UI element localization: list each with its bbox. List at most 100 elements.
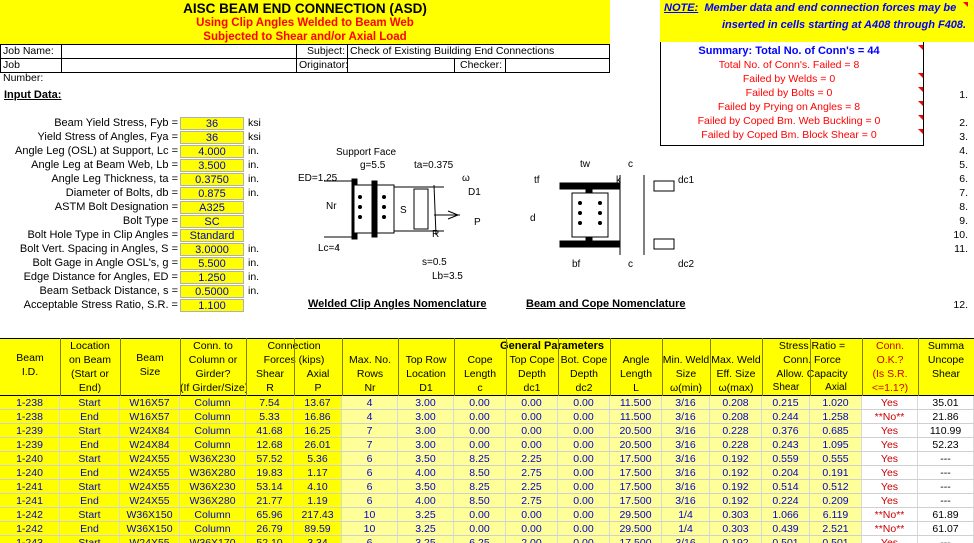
table-cell[interactable]: Start xyxy=(60,536,120,543)
table-cell: 20.500 xyxy=(610,424,662,438)
table-cell[interactable]: End xyxy=(60,466,120,480)
page-subtitle-2: Subjected to Shear and/or Axial Load xyxy=(203,31,407,43)
input-value-field[interactable]: 5.500 xyxy=(180,257,244,270)
input-value-field[interactable]: 36 xyxy=(180,131,244,144)
table-cell[interactable]: W24X84 xyxy=(120,424,180,438)
table-cell[interactable]: 53.14 xyxy=(246,480,294,494)
table-cell[interactable]: 1-242 xyxy=(0,522,60,536)
originator-field[interactable] xyxy=(347,58,455,73)
input-value-field[interactable]: A325 xyxy=(180,201,244,214)
comment-marker-icon[interactable] xyxy=(918,87,923,92)
table-cell: 0.303 xyxy=(710,522,762,536)
table-cell[interactable]: End xyxy=(60,494,120,508)
job-name-field[interactable] xyxy=(61,44,297,59)
table-cell[interactable]: 19.83 xyxy=(246,466,294,480)
table-cell[interactable]: W24X55 xyxy=(120,452,180,466)
table-cell[interactable]: W24X55 xyxy=(120,536,180,543)
table-cell[interactable]: Column xyxy=(180,396,246,410)
table-cell[interactable]: W36X230 xyxy=(180,452,246,466)
input-value-field[interactable]: SC xyxy=(180,215,244,228)
comment-marker-icon[interactable] xyxy=(918,73,923,78)
table-cell[interactable]: 57.52 xyxy=(246,452,294,466)
table-cell[interactable]: 1-238 xyxy=(0,410,60,424)
table-cell[interactable]: Column xyxy=(180,438,246,452)
input-value-field[interactable]: 0.875 xyxy=(180,187,244,200)
table-cell[interactable]: Start xyxy=(60,508,120,522)
table-cell[interactable]: 5.33 xyxy=(246,410,294,424)
table-cell[interactable]: 1-241 xyxy=(0,480,60,494)
table-cell[interactable]: Column xyxy=(180,410,246,424)
table-cell[interactable]: Column xyxy=(180,522,246,536)
table-cell[interactable]: W36X150 xyxy=(120,522,180,536)
input-value-field[interactable]: 4.000 xyxy=(180,145,244,158)
table-cell[interactable]: 1.17 xyxy=(294,466,342,480)
table-cell[interactable]: W36X150 xyxy=(120,508,180,522)
table-cell[interactable]: W36X170 xyxy=(180,536,246,543)
table-cell[interactable]: 65.96 xyxy=(246,508,294,522)
table-cell[interactable]: 52.10 xyxy=(246,536,294,543)
table-cell[interactable]: W24X84 xyxy=(120,438,180,452)
input-value-field[interactable]: 0.5000 xyxy=(180,285,244,298)
table-cell[interactable]: 1-238 xyxy=(0,396,60,410)
table-cell: 11.500 xyxy=(610,396,662,410)
checker-field[interactable] xyxy=(505,58,610,73)
table-cell[interactable]: 13.67 xyxy=(294,396,342,410)
table-cell[interactable]: Column xyxy=(180,424,246,438)
table-cell[interactable]: 1-239 xyxy=(0,438,60,452)
table-cell[interactable]: 12.68 xyxy=(246,438,294,452)
table-cell[interactable]: 1-240 xyxy=(0,452,60,466)
table-cell[interactable]: 5.36 xyxy=(294,452,342,466)
comment-marker-icon[interactable] xyxy=(963,2,968,7)
table-cell[interactable]: 41.68 xyxy=(246,424,294,438)
input-value-field[interactable]: 1.250 xyxy=(180,271,244,284)
table-cell[interactable]: 1.19 xyxy=(294,494,342,508)
input-value-field[interactable]: 1.100 xyxy=(180,299,244,312)
table-cell[interactable]: W36X230 xyxy=(180,480,246,494)
input-value-field[interactable]: 0.3750 xyxy=(180,173,244,186)
table-cell[interactable]: 26.01 xyxy=(294,438,342,452)
input-value-field[interactable]: 36 xyxy=(180,117,244,130)
header-summa: Shear xyxy=(931,368,961,380)
table-cell[interactable]: W36X280 xyxy=(180,466,246,480)
table-cell[interactable]: 16.86 xyxy=(294,410,342,424)
table-cell[interactable]: W36X280 xyxy=(180,494,246,508)
input-value-field[interactable]: 3.500 xyxy=(180,159,244,172)
table-cell[interactable]: 7.54 xyxy=(246,396,294,410)
input-value-field[interactable]: Standard xyxy=(180,229,244,242)
table-cell[interactable]: Start xyxy=(60,480,120,494)
table-cell[interactable]: 1-242 xyxy=(0,508,60,522)
table-cell[interactable]: End xyxy=(60,410,120,424)
table-cell[interactable]: End xyxy=(60,522,120,536)
comment-marker-icon[interactable] xyxy=(918,115,923,120)
table-cell: 0.00 xyxy=(454,508,506,522)
table-cell[interactable]: Start xyxy=(60,424,120,438)
subject-field[interactable]: Check of Existing Building End Connectio… xyxy=(347,44,610,59)
table-cell[interactable]: W16X57 xyxy=(120,396,180,410)
table-cell[interactable]: W24X55 xyxy=(120,466,180,480)
table-cell[interactable]: 1-243 xyxy=(0,536,60,543)
table-cell[interactable]: 1-239 xyxy=(0,424,60,438)
table-cell[interactable]: 4.10 xyxy=(294,480,342,494)
table-cell[interactable]: W24X55 xyxy=(120,480,180,494)
input-label: Angle Leg (OSL) at Support, Lc = xyxy=(15,145,178,157)
comment-marker-icon[interactable] xyxy=(918,101,923,106)
table-cell[interactable]: Start xyxy=(60,452,120,466)
table-cell[interactable]: 21.77 xyxy=(246,494,294,508)
table-cell: Yes xyxy=(862,396,918,410)
table-cell[interactable]: End xyxy=(60,438,120,452)
input-value-field[interactable]: 3.0000 xyxy=(180,243,244,256)
table-cell[interactable]: 217.43 xyxy=(294,508,342,522)
table-cell[interactable]: Column xyxy=(180,508,246,522)
table-cell[interactable]: 26.79 xyxy=(246,522,294,536)
table-cell[interactable]: 16.25 xyxy=(294,424,342,438)
table-cell[interactable]: 89.59 xyxy=(294,522,342,536)
table-cell[interactable]: Start xyxy=(60,396,120,410)
table-cell[interactable]: W16X57 xyxy=(120,410,180,424)
table-cell[interactable]: 3.34 xyxy=(294,536,342,543)
table-cell[interactable]: 1-240 xyxy=(0,466,60,480)
table-cell[interactable]: 1-241 xyxy=(0,494,60,508)
comment-marker-icon[interactable] xyxy=(918,129,923,134)
comment-marker-icon[interactable] xyxy=(918,45,923,50)
table-cell[interactable]: W24X55 xyxy=(120,494,180,508)
job-number-field[interactable] xyxy=(61,58,297,73)
